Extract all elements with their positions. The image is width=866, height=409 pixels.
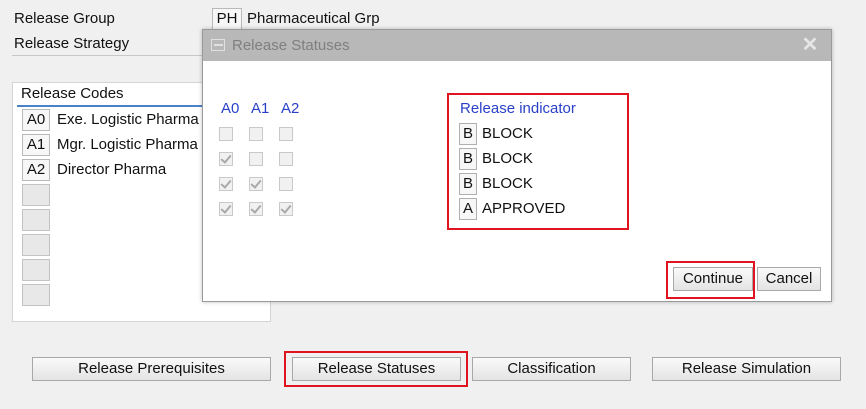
status-checkbox[interactable] <box>249 152 263 166</box>
release-code-empty-slot[interactable] <box>22 209 50 231</box>
release-group-code[interactable]: PH <box>212 8 242 30</box>
release-group-name: Pharmaceutical Grp <box>247 10 380 27</box>
status-checkbox[interactable] <box>279 202 293 216</box>
release-strategy-underline <box>12 55 207 56</box>
release-strategy-label: Release Strategy <box>14 35 130 52</box>
status-checkbox[interactable] <box>219 152 233 166</box>
column-header-a1: A1 <box>251 100 270 117</box>
status-checkbox[interactable] <box>279 177 293 191</box>
release-code-empty-slot[interactable] <box>22 259 50 281</box>
status-checkbox[interactable] <box>249 177 263 191</box>
release-group-label: Release Group <box>14 10 115 27</box>
status-checkbox[interactable] <box>219 177 233 191</box>
release-code-a1[interactable]: A1 <box>22 134 50 156</box>
classification-button[interactable]: Classification <box>472 357 631 381</box>
continue-highlight <box>666 261 755 299</box>
release-simulation-button[interactable]: Release Simulation <box>652 357 841 381</box>
window-icon <box>211 39 225 51</box>
close-icon[interactable]: ✕ <box>801 34 819 56</box>
cancel-button[interactable]: Cancel <box>757 267 821 291</box>
release-code-empty-slot[interactable] <box>22 284 50 306</box>
status-checkbox[interactable] <box>249 127 263 141</box>
release-code-a2-name: Director Pharma <box>57 161 167 178</box>
release-indicator-highlight <box>447 93 629 230</box>
release-code-a0-name: Exe. Logistic Pharma <box>57 111 199 128</box>
status-checkbox[interactable] <box>219 202 233 216</box>
release-code-empty-slot[interactable] <box>22 184 50 206</box>
release-statuses-highlight <box>284 351 468 387</box>
release-statuses-dialog: Release Statuses ✕ A0 A1 A2 Release indi… <box>202 29 832 302</box>
status-checkbox[interactable] <box>279 152 293 166</box>
release-code-empty-slot[interactable] <box>22 234 50 256</box>
column-header-a0: A0 <box>221 100 240 117</box>
release-codes-title: Release Codes <box>21 85 124 102</box>
status-checkbox[interactable] <box>279 127 293 141</box>
release-prerequisites-button[interactable]: Release Prerequisites <box>32 357 271 381</box>
status-checkbox[interactable] <box>219 127 233 141</box>
status-checkbox[interactable] <box>249 202 263 216</box>
release-code-a1-name: Mgr. Logistic Pharma <box>57 136 198 153</box>
column-header-a2: A2 <box>281 100 300 117</box>
dialog-titlebar[interactable]: Release Statuses ✕ <box>203 30 831 61</box>
release-code-a0[interactable]: A0 <box>22 109 50 131</box>
dialog-title: Release Statuses <box>232 37 350 54</box>
release-code-a2[interactable]: A2 <box>22 159 50 181</box>
